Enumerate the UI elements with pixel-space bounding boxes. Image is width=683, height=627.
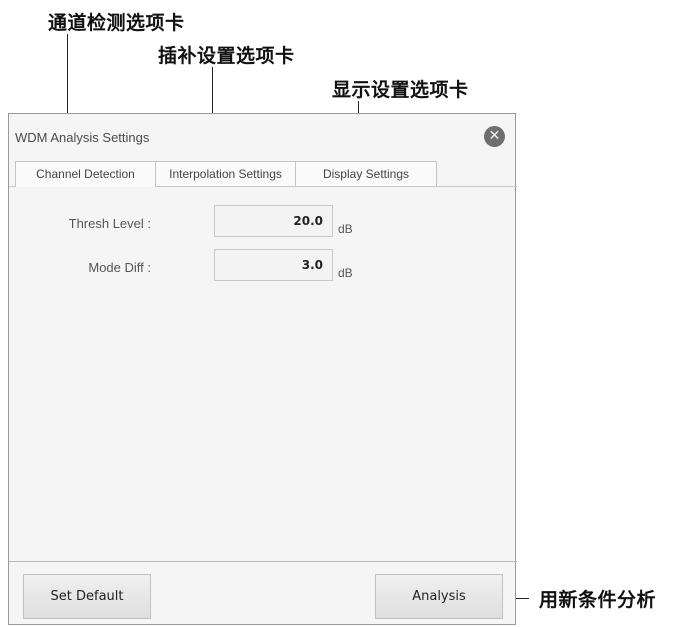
dialog-title: WDM Analysis Settings: [15, 130, 150, 145]
set-default-button[interactable]: Set Default: [23, 574, 151, 619]
callout-analysis-button: 用新条件分析: [539, 589, 657, 611]
close-icon[interactable]: ✕: [484, 126, 505, 147]
callout-display-tab: 显示设置选项卡: [332, 79, 469, 101]
mode-diff-unit: dB: [338, 266, 353, 280]
footer-divider: [9, 561, 517, 562]
thresh-level-unit: dB: [338, 222, 353, 236]
thresh-level-field[interactable]: 20.0: [214, 205, 333, 237]
tab-display-settings[interactable]: Display Settings: [295, 161, 437, 186]
tab-channel-detection[interactable]: Channel Detection: [15, 161, 156, 187]
callout-channel-detection-tab: 通道检测选项卡: [48, 12, 185, 34]
thresh-level-label: Thresh Level :: [68, 216, 151, 231]
analysis-button[interactable]: Analysis: [375, 574, 503, 619]
mode-diff-label: Mode Diff :: [88, 260, 151, 275]
tab-interpolation-settings[interactable]: Interpolation Settings: [155, 161, 296, 186]
wdm-analysis-settings-dialog: WDM Analysis Settings ✕ Channel Detectio…: [8, 113, 517, 625]
callout-interpolation-tab: 插补设置选项卡: [158, 45, 295, 67]
mode-diff-field[interactable]: 3.0: [214, 249, 333, 281]
